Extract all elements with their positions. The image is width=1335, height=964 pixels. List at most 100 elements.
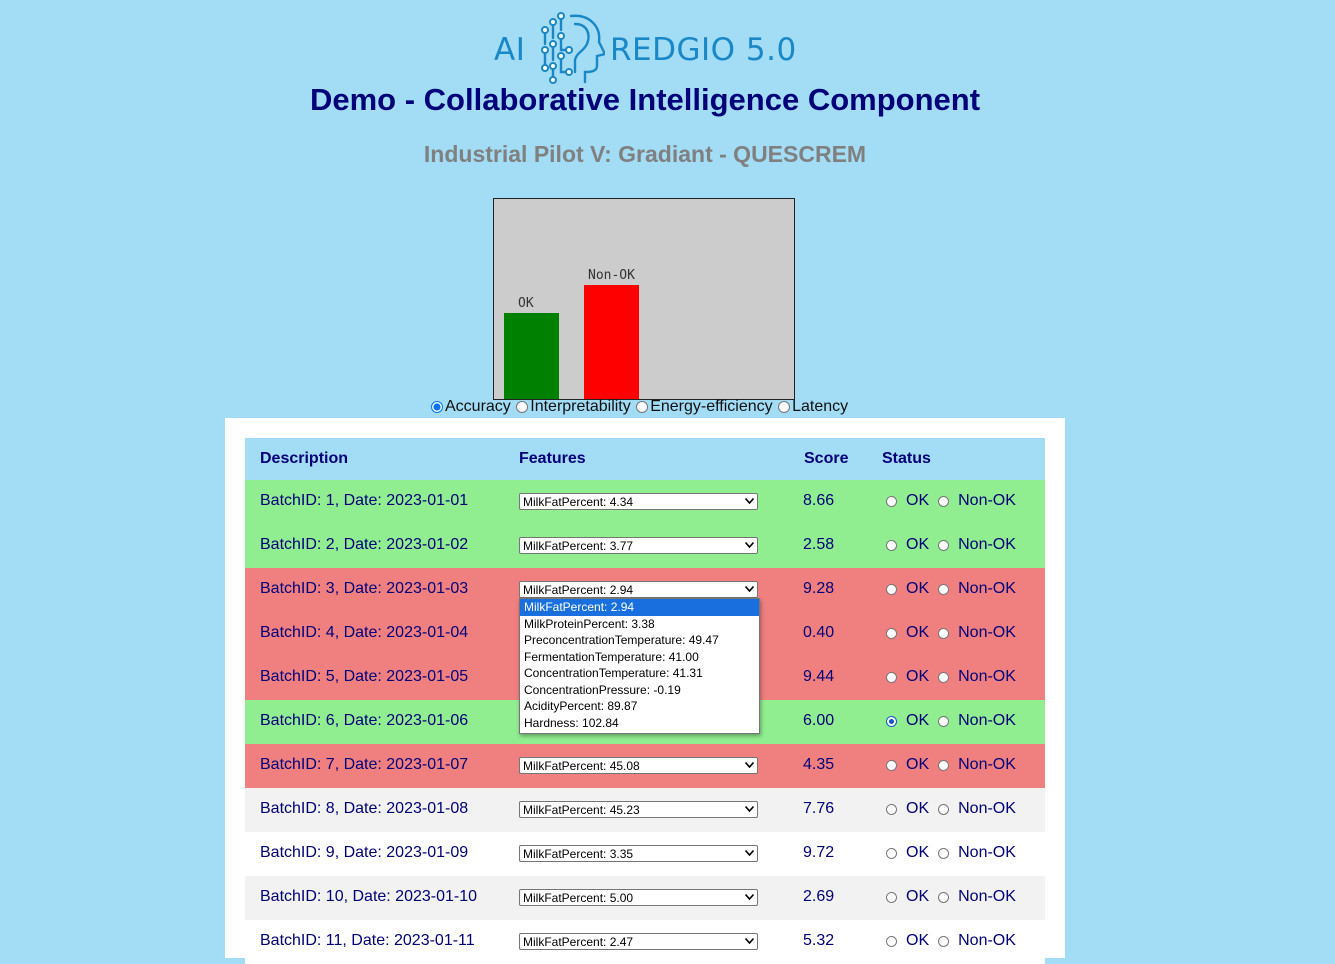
header-description: Description bbox=[260, 450, 349, 467]
table-row: BatchID: 7, Date: 2023-01-07 MilkFatPerce… bbox=[245, 744, 1045, 788]
ai-redgio-logo: AI REDGIO 5.0 bbox=[494, 10, 804, 84]
header-features: Features bbox=[519, 450, 586, 467]
status-ok-label: OK bbox=[906, 712, 930, 729]
bar-label: Non-OK bbox=[588, 268, 635, 283]
feature-select[interactable]: MilkFatPercent: 45.23 bbox=[519, 801, 758, 818]
metric-radio-accuracy[interactable] bbox=[431, 401, 443, 413]
header-score: Score bbox=[804, 450, 849, 467]
status-ok-radio[interactable] bbox=[886, 671, 897, 683]
status-nonok-radio[interactable] bbox=[938, 495, 950, 507]
status-radio-group: OK Non-OK bbox=[886, 932, 1025, 950]
row-description: BatchID: 8, Date: 2023-01-08 bbox=[260, 800, 469, 817]
status-ok-radio[interactable] bbox=[886, 495, 897, 507]
table-row: BatchID: 8, Date: 2023-01-08 MilkFatPerce… bbox=[245, 788, 1045, 832]
row-score: 0.40 bbox=[803, 624, 835, 641]
feature-select-value: MilkFatPercent: 3.35 bbox=[523, 847, 634, 861]
status-nonok-radio[interactable] bbox=[938, 583, 950, 595]
table-header-row: Description Features Score Status bbox=[245, 438, 1045, 480]
metric-radio-interpretability[interactable] bbox=[516, 401, 529, 413]
metric-option-latency[interactable]: Latency bbox=[777, 398, 848, 416]
row-description: BatchID: 10, Date: 2023-01-10 bbox=[260, 888, 478, 905]
status-nonok-radio[interactable] bbox=[938, 847, 950, 859]
feature-select-value: MilkFatPercent: 4.34 bbox=[523, 495, 634, 509]
dropdown-option[interactable]: MilkProteinPercent: 3.38 bbox=[520, 616, 759, 633]
status-ok-radio[interactable] bbox=[886, 539, 897, 551]
status-ok-radio[interactable] bbox=[886, 715, 897, 727]
status-ok-radio[interactable] bbox=[886, 627, 897, 639]
feature-select[interactable]: MilkFatPercent: 3.35 bbox=[519, 845, 758, 862]
row-score: 6.00 bbox=[803, 712, 835, 729]
status-ok-radio[interactable] bbox=[886, 759, 897, 771]
dropdown-option[interactable]: ConcentrationPressure: -0.19 bbox=[520, 682, 759, 699]
status-ok-radio[interactable] bbox=[886, 847, 897, 859]
status-radio-group: OK Non-OK bbox=[886, 668, 1025, 686]
feature-select-value: MilkFatPercent: 45.23 bbox=[523, 803, 640, 817]
status-ok-label: OK bbox=[906, 624, 930, 641]
status-radio-group: OK Non-OK bbox=[886, 844, 1025, 862]
status-ok-label: OK bbox=[906, 932, 930, 949]
feature-select[interactable]: MilkFatPercent: 4.34 bbox=[519, 493, 758, 510]
dropdown-option[interactable]: ConcentrationTemperature: 41.31 bbox=[520, 665, 759, 682]
status-ok-radio[interactable] bbox=[886, 891, 897, 903]
status-radio-group: OK Non-OK bbox=[886, 624, 1025, 642]
logo-text-redgio: REDGIO 5.0 bbox=[610, 32, 797, 68]
row-description: BatchID: 5, Date: 2023-01-05 bbox=[260, 668, 469, 685]
status-ok-label: OK bbox=[906, 756, 930, 773]
status-nonok-radio[interactable] bbox=[938, 539, 950, 551]
status-radio-group: OK Non-OK bbox=[886, 492, 1025, 510]
status-ok-label: OK bbox=[906, 580, 930, 597]
table-row: BatchID: 9, Date: 2023-01-09 MilkFatPerce… bbox=[245, 832, 1045, 876]
status-bar-chart: OK Non-OK bbox=[493, 198, 795, 400]
feature-select[interactable]: MilkFatPercent: 2.94 bbox=[519, 581, 758, 598]
row-score: 4.35 bbox=[803, 756, 835, 773]
status-nonok-radio[interactable] bbox=[938, 891, 950, 903]
chevron-down-icon bbox=[745, 498, 754, 504]
status-radio-group: OK Non-OK bbox=[886, 712, 1025, 730]
status-nonok-radio[interactable] bbox=[938, 803, 950, 815]
status-ok-label: OK bbox=[906, 844, 930, 861]
status-nonok-radio[interactable] bbox=[938, 671, 950, 683]
status-nonok-radio[interactable] bbox=[938, 715, 950, 727]
chevron-down-icon bbox=[745, 850, 754, 856]
dropdown-option[interactable]: PreconcentrationTemperature: 49.47 bbox=[520, 632, 759, 649]
status-radio-group: OK Non-OK bbox=[886, 888, 1025, 906]
row-description: BatchID: 6, Date: 2023-01-06 bbox=[260, 712, 469, 729]
status-ok-label: OK bbox=[906, 888, 930, 905]
status-ok-radio[interactable] bbox=[886, 583, 897, 595]
chevron-down-icon bbox=[745, 542, 754, 548]
chevron-down-icon bbox=[745, 894, 754, 900]
row-score: 2.58 bbox=[803, 536, 835, 553]
page-subtitle: Industrial Pilot V: Gradiant - QUESCREM bbox=[423, 141, 867, 167]
status-ok-radio[interactable] bbox=[886, 803, 897, 815]
metric-label-interpretability: Interpretability bbox=[530, 398, 631, 415]
row-score: 2.69 bbox=[803, 888, 835, 905]
status-nonok-label: Non-OK bbox=[958, 580, 1016, 597]
dropdown-option[interactable]: Hardness: 102.84 bbox=[520, 715, 759, 732]
feature-dropdown-list[interactable]: MilkFatPercent: 2.94 MilkProteinPercent: … bbox=[519, 598, 760, 734]
dropdown-option[interactable]: FermentationTemperature: 41.00 bbox=[520, 649, 759, 666]
chevron-down-icon bbox=[745, 938, 754, 944]
metric-option-energy-efficiency[interactable]: Energy-efficiency bbox=[635, 398, 773, 416]
header-status: Status bbox=[882, 450, 931, 467]
metric-radio-energy-efficiency[interactable] bbox=[636, 401, 649, 413]
metric-radio-latency[interactable] bbox=[778, 401, 791, 413]
logo-text-ai: AI bbox=[494, 32, 526, 68]
dropdown-option[interactable]: AcidityPercent: 89.87 bbox=[520, 698, 759, 715]
status-nonok-label: Non-OK bbox=[958, 624, 1016, 641]
feature-select[interactable]: MilkFatPercent: 2.47 bbox=[519, 933, 758, 950]
feature-select[interactable]: MilkFatPercent: 3.77 bbox=[519, 537, 758, 554]
metric-option-accuracy[interactable]: Accuracy bbox=[430, 398, 511, 416]
status-ok-label: OK bbox=[906, 536, 930, 553]
status-nonok-label: Non-OK bbox=[958, 712, 1016, 729]
chevron-down-icon bbox=[745, 586, 754, 592]
row-score: 9.44 bbox=[803, 668, 835, 685]
feature-select[interactable]: MilkFatPercent: 5.00 bbox=[519, 889, 758, 906]
dropdown-option[interactable]: MilkFatPercent: 2.94 bbox=[520, 599, 759, 616]
row-score: 5.32 bbox=[803, 932, 835, 949]
metric-option-interpretability[interactable]: Interpretability bbox=[515, 398, 631, 416]
feature-select[interactable]: MilkFatPercent: 45.08 bbox=[519, 757, 758, 774]
status-nonok-radio[interactable] bbox=[938, 759, 950, 771]
status-nonok-radio[interactable] bbox=[938, 627, 950, 639]
status-ok-label: OK bbox=[906, 800, 930, 817]
page-title: Demo - Collaborative Intelligence Compon… bbox=[309, 82, 981, 117]
